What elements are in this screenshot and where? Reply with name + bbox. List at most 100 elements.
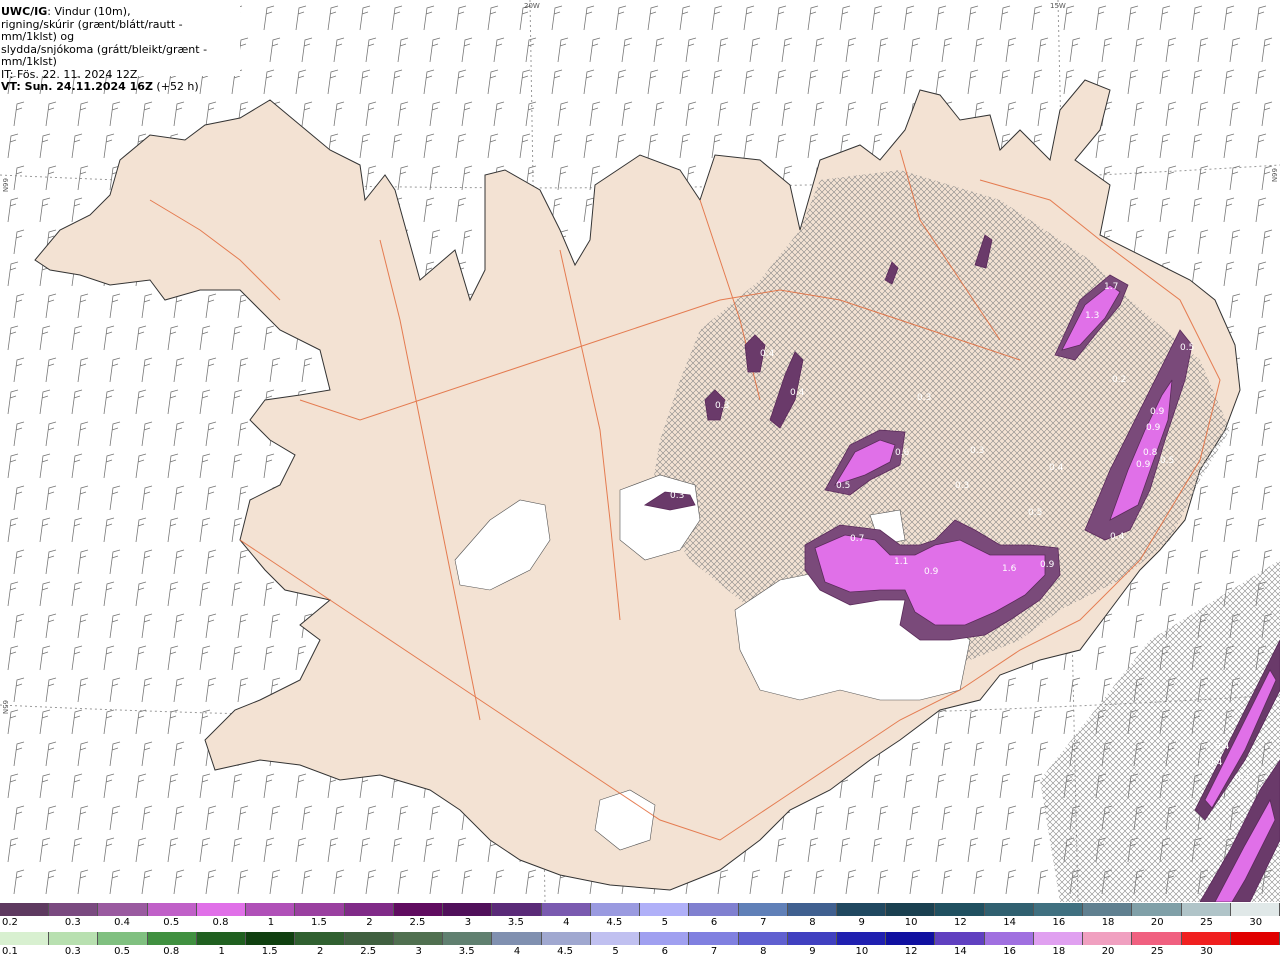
legend-label: 1 [267, 917, 275, 928]
legend-label: 20 [1150, 917, 1164, 928]
legend-label: 30 [1200, 946, 1213, 957]
legend-swatch [344, 932, 394, 945]
legend-swatch [443, 903, 493, 916]
precip-value-label: 0.4 [790, 388, 805, 398]
legend-label: 0.8 [212, 917, 229, 928]
legend-label: 9 [809, 946, 816, 957]
legend-swatch [787, 903, 837, 916]
legend-swatch [984, 932, 1034, 945]
legend-swatch [98, 932, 148, 945]
legend-swatch [935, 932, 985, 945]
weather-map: 0.4 0.3 0.4 0.3 0.3 0.5 0.6 0.7 1.1 0.9 1.6 0.9 1.7 1… [0, 0, 1280, 902]
legend-label: 4 [563, 917, 570, 928]
legend-label: 20 [1101, 946, 1115, 957]
legend-swatch [0, 903, 50, 916]
product-desc-2: rigning/skúrir (grænt/blátt/rautt - mm/1… [1, 17, 183, 43]
precip-value-label: 0.2 [1112, 375, 1126, 385]
valid-time: VT: Sun. 24.11.2024 16Z [1, 80, 153, 93]
legend-swatch [1033, 903, 1084, 916]
legend-rain-labels: 0.1 0.3 0.5 0.8 1 1.5 2 2.5 3 3.5 4 4.5 5 6 7 8 9 10 12 14 1… [0, 945, 1280, 958]
legend-swatch [787, 932, 837, 945]
legend-swatch [492, 903, 542, 916]
legend-swatch [738, 932, 788, 945]
legend-swatch [590, 903, 641, 916]
legend-label: 25 [1200, 917, 1213, 928]
legend-swatch [1132, 903, 1182, 916]
legend-label: 18 [1101, 917, 1115, 928]
product-desc-1: : Vindur (10m), [47, 5, 131, 18]
legend-label: 16 [1052, 917, 1066, 928]
legend-label: 4.5 [606, 917, 623, 928]
precip-value-label: 0.9 [1150, 407, 1165, 417]
precip-value-label: 0.4 [1110, 532, 1125, 542]
legend-swatch [886, 932, 936, 945]
precip-value-label: 0.5 [1160, 456, 1174, 466]
legend-swatch [836, 903, 887, 916]
legend-label: 14 [954, 946, 967, 957]
legend-swatch [640, 903, 690, 916]
precip-value-label: 0.9 [1136, 460, 1151, 470]
legend-label: 0.3 [64, 946, 81, 957]
legend-rain-swatches [0, 932, 1280, 945]
product-title: UWC/IG [1, 5, 48, 18]
legend-swatch [196, 932, 247, 945]
precip-value-label: 1.6 [1002, 564, 1017, 574]
forecast-hour: (+52 h) [152, 80, 199, 93]
legend-label: 2.5 [409, 917, 426, 928]
legend-swatch [49, 903, 99, 916]
lon-label-15w: 15W [1050, 2, 1066, 10]
legend-label: 8 [760, 946, 767, 957]
product-desc-3: slydda/snjókoma (grátt/bleikt/grænt - mm… [1, 42, 208, 68]
legend-label: 3.5 [507, 917, 524, 928]
map-info-box: UWC/IG: Vindur (10m), rigning/skúrir (gr… [0, 0, 240, 93]
legend-label: 5 [612, 946, 619, 957]
legend-swatch [246, 903, 296, 916]
legend-label: 2 [317, 946, 324, 957]
legend-label: 18 [1052, 946, 1066, 957]
precip-value-label: 0.9 [1040, 560, 1055, 570]
legend-label: 9 [858, 917, 865, 928]
precip-value-label: 0.3 [715, 401, 729, 411]
legend-swatch [984, 903, 1034, 916]
legend-swatch [541, 903, 591, 916]
legend-label: 10 [904, 917, 918, 928]
precip-value-label: 0.9 [1146, 423, 1161, 433]
precip-value-label: 0.3 [917, 393, 931, 403]
legend-swatch [1230, 932, 1280, 945]
legend-label: 0.1 [2, 946, 18, 957]
legend-swatch [836, 932, 887, 945]
legend-label: 2 [366, 917, 373, 928]
legend-swatch [640, 932, 690, 945]
legend-swatch [1230, 903, 1280, 916]
precip-value-label: 0.5 [1180, 343, 1194, 353]
legend-swatch [147, 903, 197, 916]
legend-label: 12 [954, 917, 967, 928]
legend-swatch [147, 932, 197, 945]
precip-value-label: 0.3 [955, 481, 969, 491]
legend-swatch [344, 903, 394, 916]
legend-swatch [689, 903, 739, 916]
legend-swatch [738, 903, 788, 916]
precip-value-label: 0.4 [1208, 758, 1223, 768]
legend-label: 0.8 [163, 946, 180, 957]
legend-label: 6 [661, 946, 668, 957]
legend-swatch [935, 903, 985, 916]
lat-label-66n-left: 66N [1, 178, 9, 192]
legend-swatch [295, 903, 345, 916]
precip-value-label: 0.7 [850, 534, 864, 544]
legend-swatch [492, 932, 542, 945]
precip-value-label: 1.3 [1085, 311, 1099, 321]
legend-label: 0.2 [2, 917, 18, 928]
legend-label: 7 [760, 917, 767, 928]
legend-swatch [393, 903, 444, 916]
lon-label-20w: 20W [524, 2, 540, 10]
legend-label: 0.3 [64, 917, 81, 928]
lat-label-66n-right: 66N [1270, 168, 1278, 182]
legend-label: 4.5 [557, 946, 574, 957]
legend-swatch [590, 932, 641, 945]
legend-snow: 0.2 0.3 0.4 0.5 0.8 1 1.5 2 2.5 3 3.5 4 4.5 5 6 7 8 9 10 12… [0, 903, 1280, 929]
legend-swatch [49, 932, 99, 945]
legend-label: 1 [218, 946, 225, 957]
legend-label: 25 [1150, 946, 1164, 957]
legend-swatch [1132, 932, 1182, 945]
